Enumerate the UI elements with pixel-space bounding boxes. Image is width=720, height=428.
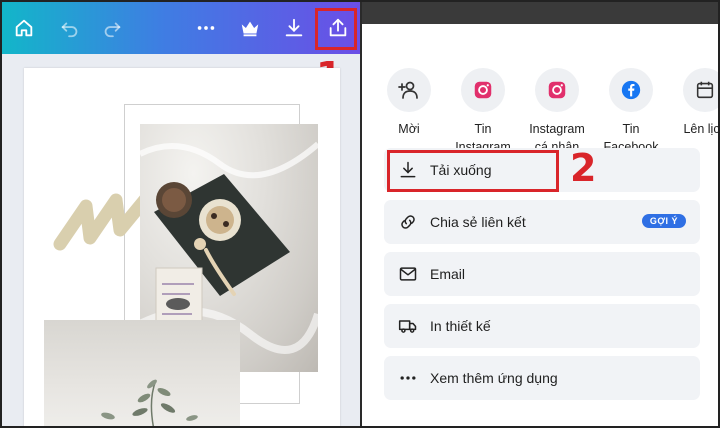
plant-photo[interactable]	[44, 320, 240, 426]
screenshot-frame: 1	[0, 0, 720, 428]
facebook-icon	[621, 80, 641, 100]
redo-button[interactable]	[96, 12, 128, 44]
download-button[interactable]	[278, 12, 310, 44]
schedule-icon-circle	[683, 68, 718, 112]
share-sheet: Mời Tin Instagram Instagram cá nhân Tin …	[362, 24, 720, 426]
more-button[interactable]	[190, 12, 222, 44]
share-target-invite[interactable]: Mời	[372, 68, 446, 138]
share-target-instagram-story[interactable]: Tin Instagram	[446, 68, 520, 156]
more-apps-action[interactable]: Xem thêm ứng dụng	[384, 356, 700, 400]
share-button-highlight	[315, 8, 357, 50]
undo-button[interactable]	[54, 12, 86, 44]
link-icon	[401, 215, 415, 229]
email-icon	[399, 267, 417, 281]
background-photo-strip	[362, 2, 718, 24]
home-icon	[15, 19, 33, 37]
more-apps-label: Xem thêm ứng dụng	[430, 370, 558, 386]
editor-toolbar	[2, 2, 360, 54]
crown-icon	[241, 21, 259, 37]
truck-icon	[398, 320, 417, 333]
share-target-instagram-personal[interactable]: Instagram cá nhân	[520, 68, 594, 156]
instagram-icon	[474, 81, 492, 99]
share-target-label: Mời	[398, 122, 420, 136]
share-link-action[interactable]: Chia sẻ liên kết GỢI Ý	[384, 200, 700, 244]
share-link-label: Chia sẻ liên kết	[430, 214, 526, 230]
suggested-badge: GỢI Ý	[641, 214, 686, 228]
email-action[interactable]: Email	[384, 252, 700, 296]
redo-icon	[104, 22, 121, 38]
facebook-story-icon-circle	[609, 68, 653, 112]
step-2-label: 2	[570, 146, 597, 190]
editor-scrollbar[interactable]	[342, 54, 358, 426]
share-targets-row: Mời Tin Instagram Instagram cá nhân Tin …	[384, 68, 720, 160]
download-highlight	[387, 150, 559, 192]
invite-icon-circle	[387, 68, 431, 112]
undo-icon	[61, 22, 78, 38]
instagram-story-icon-circle	[461, 68, 505, 112]
print-design-action[interactable]: In thiết kế	[384, 304, 700, 348]
share-target-schedule[interactable]: Lên lịch	[668, 68, 720, 138]
share-target-label: Lên lịch	[683, 122, 720, 136]
editor-pane: 1	[2, 2, 360, 426]
email-label: Email	[430, 266, 466, 282]
more-icon	[197, 26, 215, 30]
premium-button[interactable]	[234, 12, 266, 44]
home-button[interactable]	[8, 12, 40, 44]
share-target-facebook-story[interactable]: Tin Facebook	[594, 68, 668, 156]
plant-photo-art	[101, 379, 198, 426]
download-icon	[285, 18, 303, 37]
share-panel: Mời Tin Instagram Instagram cá nhân Tin …	[362, 2, 720, 426]
print-design-label: In thiết kế	[430, 318, 491, 334]
add-people-icon	[398, 81, 418, 99]
calendar-icon	[696, 81, 714, 99]
instagram-personal-icon-circle	[535, 68, 579, 112]
more-icon	[400, 376, 416, 380]
instagram-icon	[548, 81, 566, 99]
